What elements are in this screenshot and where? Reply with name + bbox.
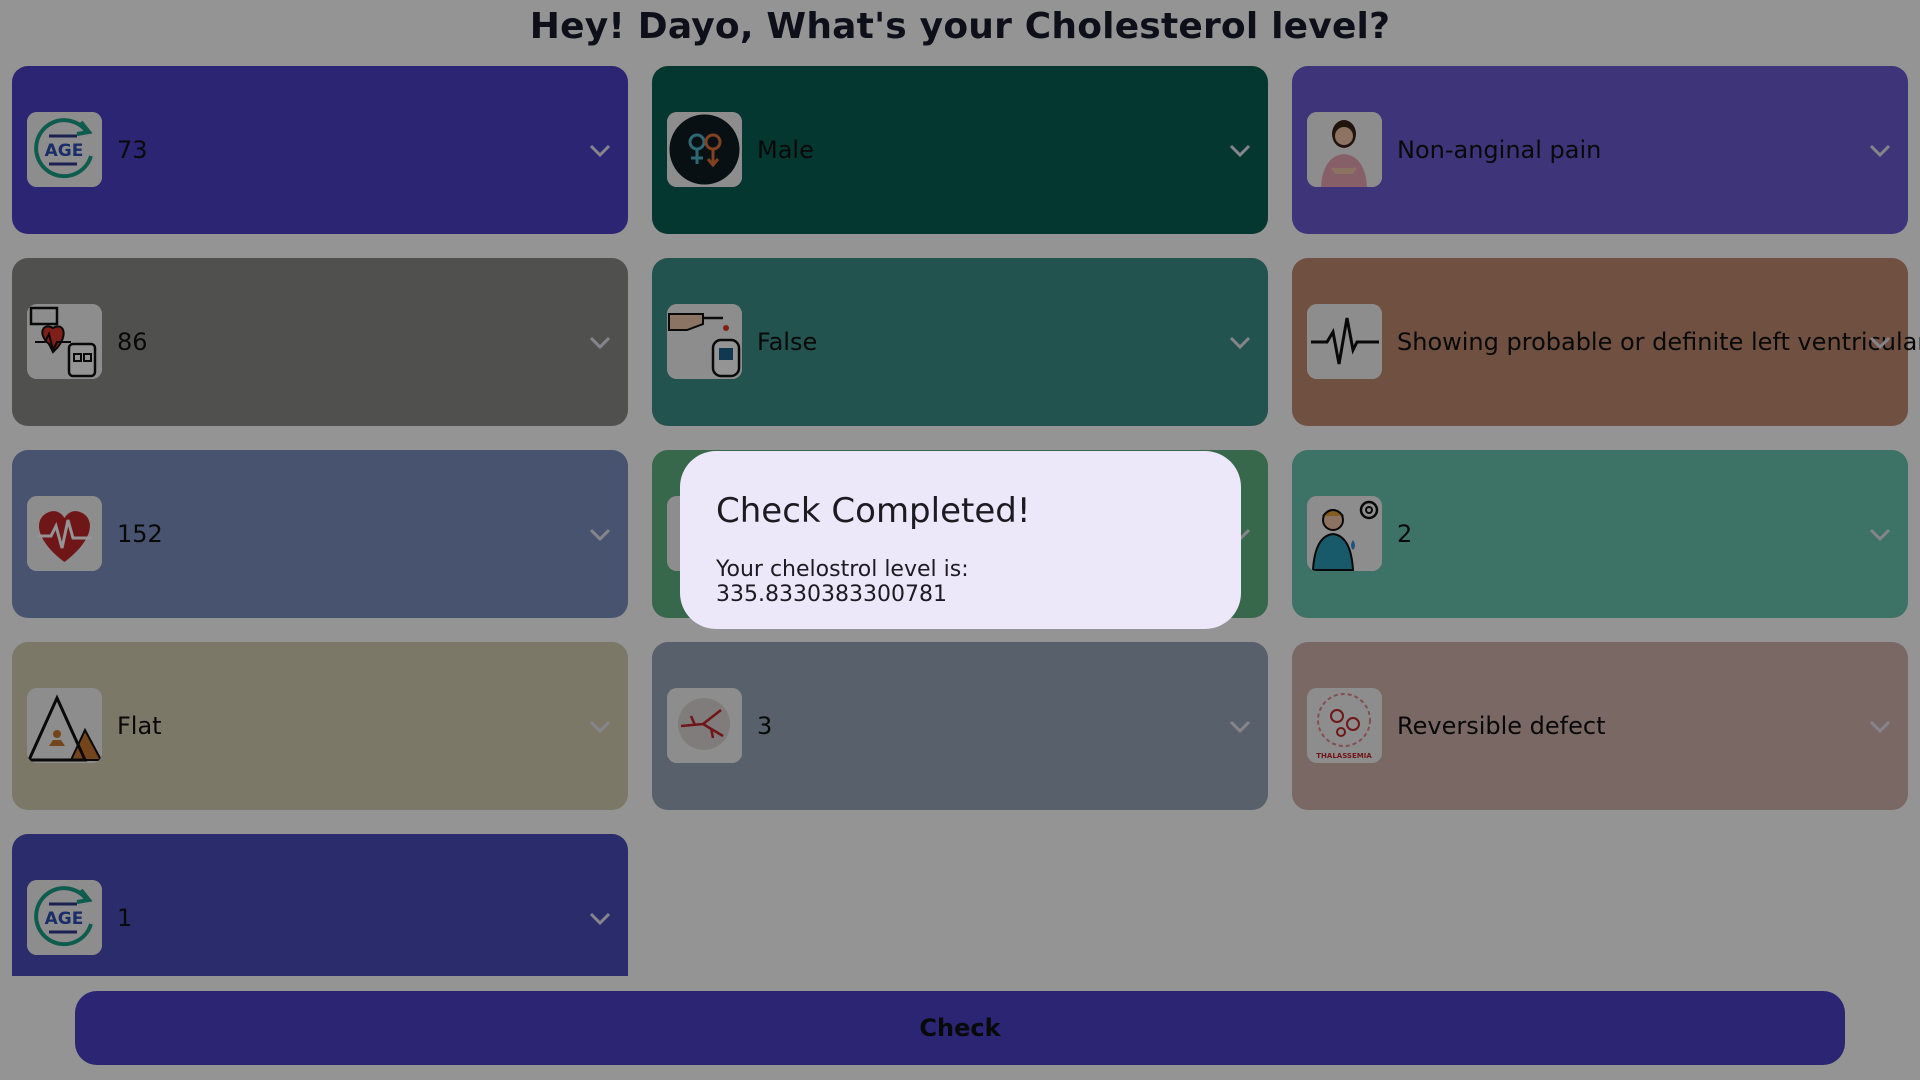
result-dialog: Check Completed! Your chelostrol level i… bbox=[680, 451, 1241, 629]
dialog-title: Check Completed! bbox=[716, 491, 1031, 531]
dialog-message: Your chelostrol level is: 335.8330383300… bbox=[716, 557, 969, 607]
